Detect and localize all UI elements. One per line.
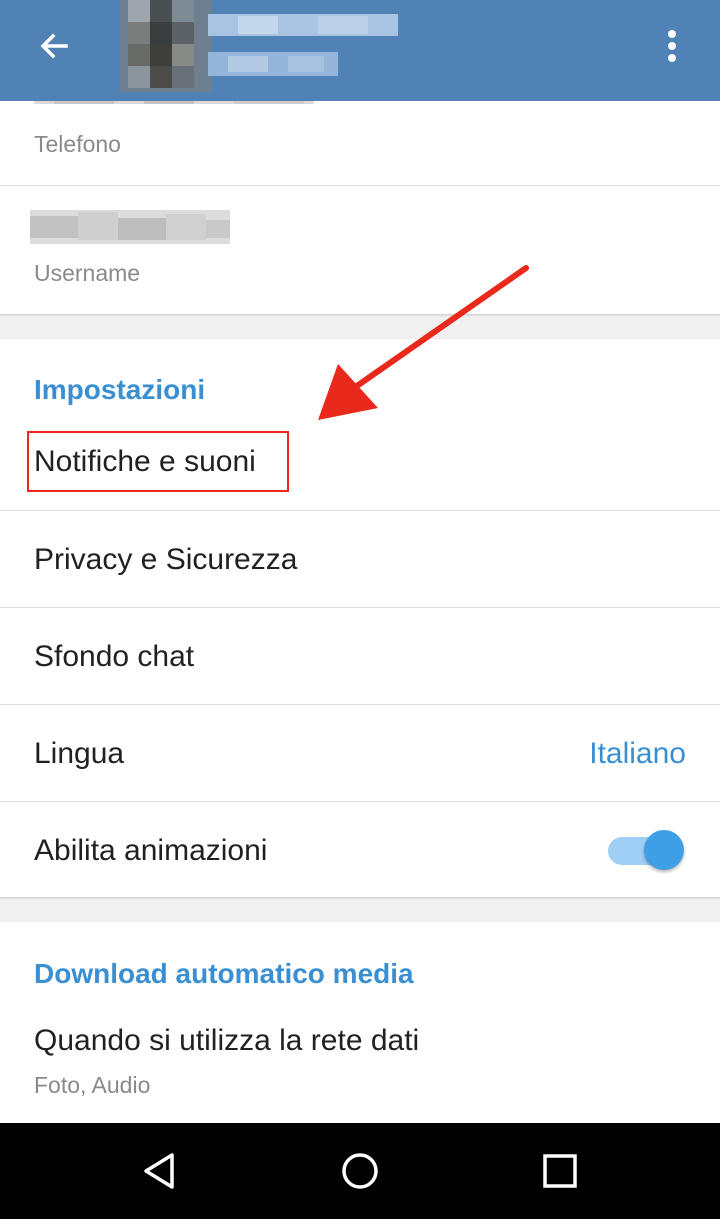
toggle-thumb [644,830,684,870]
settings-item-label: Lingua [34,737,125,770]
download-mobile-sub: Foto, Audio [34,1072,151,1098]
nav-home-icon [342,1153,378,1189]
arrow-left-icon [40,33,68,59]
language-value: Italiano [589,737,686,770]
back-button[interactable] [24,22,84,70]
nav-recents-button[interactable] [530,1143,590,1199]
avatar[interactable] [120,0,212,92]
username-label: Username [34,260,141,286]
more-vert-icon [668,30,676,62]
contact-name-blurred [208,14,398,76]
settings-item-language[interactable]: Lingua Italiano [0,705,720,801]
settings-section-title: Impostazioni [34,374,206,405]
download-mobile-data-item[interactable]: Quando si utilizza la rete dati Foto, Au… [0,1000,720,1120]
screen: Telefono Username Impostazioni Notifiche… [0,0,720,1219]
phone-label: Telefono [34,131,121,157]
settings-item-notifications[interactable]: Notifiche e suoni [0,415,720,511]
settings-item-label: Privacy e Sicurezza [34,543,298,576]
more-options-button[interactable] [648,22,696,70]
nav-back-button[interactable] [130,1143,190,1199]
settings-item-chat-background[interactable]: Sfondo chat [0,608,720,704]
system-nav-bar [0,1123,720,1219]
app-bar [0,0,720,101]
divider [0,185,720,186]
nav-home-button[interactable] [330,1143,390,1199]
nav-back-icon [144,1153,174,1189]
nav-recents-icon [543,1154,577,1188]
download-mobile-label: Quando si utilizza la rete dati [34,1024,420,1057]
settings-item-privacy[interactable]: Privacy e Sicurezza [0,511,720,607]
download-section-title: Download automatico media [34,958,414,989]
username-blurred [30,210,230,244]
animations-toggle[interactable] [606,826,688,874]
settings-item-label: Notifiche e suoni [34,445,256,478]
settings-item-label: Sfondo chat [34,640,195,673]
settings-item-label: Abilita animazioni [34,834,268,867]
